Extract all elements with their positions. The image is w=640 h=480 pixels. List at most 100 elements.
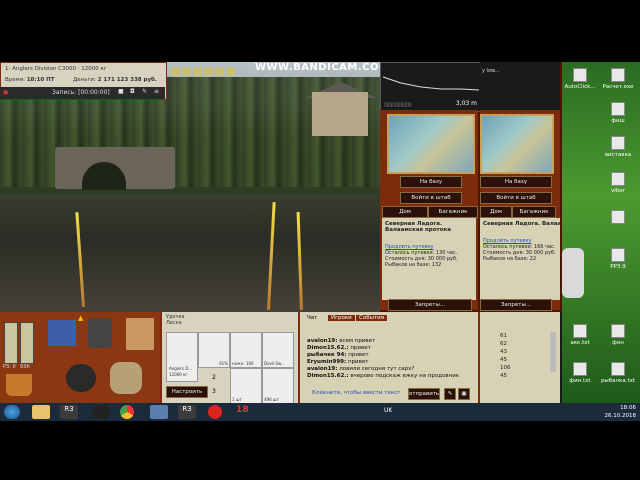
desktop-icon[interactable]: РРЗ.9 — [598, 248, 638, 270]
desktop-icon[interactable]: фин.txt — [560, 362, 600, 384]
home-base-button-1[interactable]: На базу — [400, 176, 462, 188]
scrollbar[interactable] — [550, 332, 556, 372]
menu-icon[interactable]: ≡ — [154, 88, 159, 95]
sack-icon[interactable] — [110, 362, 142, 394]
bottom-panel: P3: 0 93К ▲ Удочка Леска Anglers D... 12… — [0, 312, 560, 403]
desktop-icon[interactable]: фон — [598, 324, 638, 346]
explorer-icon[interactable] — [32, 405, 50, 419]
taskbar: R3 R3 18 UK 18:06 26.10.2018 — [0, 403, 640, 421]
tab-home-1[interactable]: Дом — [382, 206, 428, 218]
car-image — [562, 248, 584, 298]
reel-slot[interactable]: 91% — [198, 332, 230, 368]
weather-icon — [226, 67, 235, 76]
desktop-icon[interactable] — [598, 210, 638, 226]
list-number: 45 — [500, 373, 507, 379]
app-icon-2[interactable]: R3 — [178, 405, 196, 419]
depth-chart-2: у low... — [480, 62, 560, 110]
location-card-2: На базу Войти в штаб Дом Багажник Северн… — [480, 110, 560, 311]
weather-icon — [182, 67, 191, 76]
tab-trunk-1[interactable]: Багажник — [428, 206, 478, 218]
chrome-icon[interactable] — [120, 405, 134, 419]
opera-icon[interactable] — [208, 405, 222, 419]
chat-message: Dimon15.62.: вчерово подскаж вжку на про… — [307, 373, 460, 379]
record-bar: ● Запись: [00:00:00] ■ ◘ ✎ ≡ — [0, 87, 165, 99]
list-number: 43 — [500, 349, 507, 355]
weather-icon — [215, 67, 224, 76]
location-map-1[interactable] — [387, 114, 475, 174]
settings-icon[interactable]: ▣ — [458, 388, 470, 400]
location-label: 1: Anglers Division C3000 · 12000 кг — [5, 66, 107, 72]
depth-note: у low... — [482, 68, 500, 74]
location-card-1: На базу Войти в штаб Дом Багажник Северн… — [380, 110, 478, 311]
home-base-button-2[interactable]: На базу — [480, 176, 552, 188]
camera-icon[interactable]: ◘ — [130, 88, 135, 95]
desktop-icon[interactable]: фиш — [598, 102, 638, 124]
start-button[interactable] — [4, 405, 20, 419]
enter-hq-button-1[interactable]: Войти в штаб — [400, 192, 462, 204]
fishing-scene[interactable]: 1: Anglers Division C3000 · 12000 кг Вре… — [0, 62, 380, 312]
desktop-icon[interactable]: акк.txt — [560, 324, 600, 346]
tab-trunk-2[interactable]: Багажник — [512, 206, 556, 218]
pot-icon[interactable] — [66, 364, 96, 392]
rod-line-label-2: Леска — [166, 320, 182, 326]
number-list: 61 62 43 45 106 45 — [480, 312, 560, 403]
depth-chart: 3,03 m ▯▯▯▯▯▯▯▯▯▯ — [380, 62, 482, 112]
money-value: 2 171 123 338 руб. — [97, 77, 157, 83]
chat-panel: Чат Игроки События avalon19: всем привет… — [300, 312, 478, 403]
warning-icon: ▲ — [78, 314, 84, 322]
stop-icon[interactable]: ■ — [118, 88, 124, 95]
time-label: Время: — [5, 77, 25, 83]
lure-slot[interactable]: Devil Sw... — [262, 332, 294, 368]
desktop-icon[interactable]: Расчет.exe — [598, 68, 638, 90]
tab-chat[interactable]: Чат — [304, 315, 320, 321]
speedometer-icon[interactable] — [92, 405, 110, 419]
send-button[interactable]: отправить — [408, 388, 440, 400]
desktop-icon[interactable]: AutoClick... — [560, 68, 600, 90]
tackle-panel: Удочка Леска Anglers D... 12000 кг 91% н… — [162, 312, 298, 403]
chat-message: avalon19: ловили сегодня тут сарх? — [307, 366, 415, 372]
rod-slot[interactable]: Anglers D... 12000 кг — [166, 332, 198, 382]
meter-b-label: 93К — [20, 364, 30, 370]
chat-input[interactable]: Кликните, чтобы ввести текст — [312, 390, 400, 396]
edit-icon[interactable]: ✎ — [444, 388, 456, 400]
meter-b — [20, 322, 34, 364]
location-info-1: Северная Ладога. Валаамская протока Прод… — [382, 218, 476, 300]
game-window[interactable]: 1: Anglers Division C3000 · 12000 кг Вре… — [0, 62, 562, 403]
window-icon[interactable] — [150, 405, 168, 419]
location-map-2[interactable] — [480, 114, 554, 174]
location-title-2: Северная Ладога. Валаамская протока — [483, 221, 560, 227]
weather-icon — [171, 67, 180, 76]
house — [312, 92, 368, 136]
desktop-icon[interactable]: рыбалка.txt — [598, 362, 638, 384]
info-line: Рыбаков на базе: 22 — [483, 256, 537, 262]
chat-message: avalon19: всем привет — [307, 338, 376, 344]
bottom-letterbox — [0, 421, 640, 480]
inventory-panel: P3: 0 93К ▲ — [0, 312, 160, 403]
depth-scale: ▯▯▯▯▯▯▯▯▯▯ — [384, 102, 412, 108]
top-letterbox — [0, 0, 640, 62]
app-icon[interactable]: R3 — [60, 405, 78, 419]
tab-events[interactable]: События — [356, 315, 388, 321]
setup-button[interactable]: Настроить — [166, 386, 208, 398]
forbidden-button-2[interactable]: Запреты... — [480, 299, 552, 311]
tab-home-2[interactable]: Дом — [480, 206, 512, 218]
backpack-icon[interactable] — [88, 318, 112, 348]
hook-slot[interactable]: 1 шт — [230, 368, 262, 403]
line-slot[interactable]: ножн: 160 — [230, 332, 262, 368]
desktop-icon[interactable]: viber — [598, 172, 638, 194]
app-icon-18[interactable]: 18 — [236, 405, 254, 419]
money-label: Деньги: — [73, 77, 96, 83]
desktop-icon[interactable]: виставка — [598, 136, 638, 158]
time-value: 18:10 ПТ — [26, 77, 55, 83]
enter-hq-button-2[interactable]: Войти в штаб — [480, 192, 552, 204]
tackle-box-icon[interactable] — [48, 320, 76, 346]
book-icon[interactable] — [126, 318, 154, 350]
clock[interactable]: 18:06 26.10.2018 — [605, 404, 637, 420]
tab-players[interactable]: Игроки — [328, 315, 355, 321]
pencil-icon[interactable]: ✎ — [142, 88, 147, 95]
bucket-icon[interactable] — [6, 374, 32, 396]
list-number: 45 — [500, 357, 507, 363]
language-indicator[interactable]: UK — [384, 407, 392, 414]
forbidden-button-1[interactable]: Запреты... — [388, 299, 472, 311]
bait-slot[interactable]: 496 шт — [262, 368, 294, 403]
